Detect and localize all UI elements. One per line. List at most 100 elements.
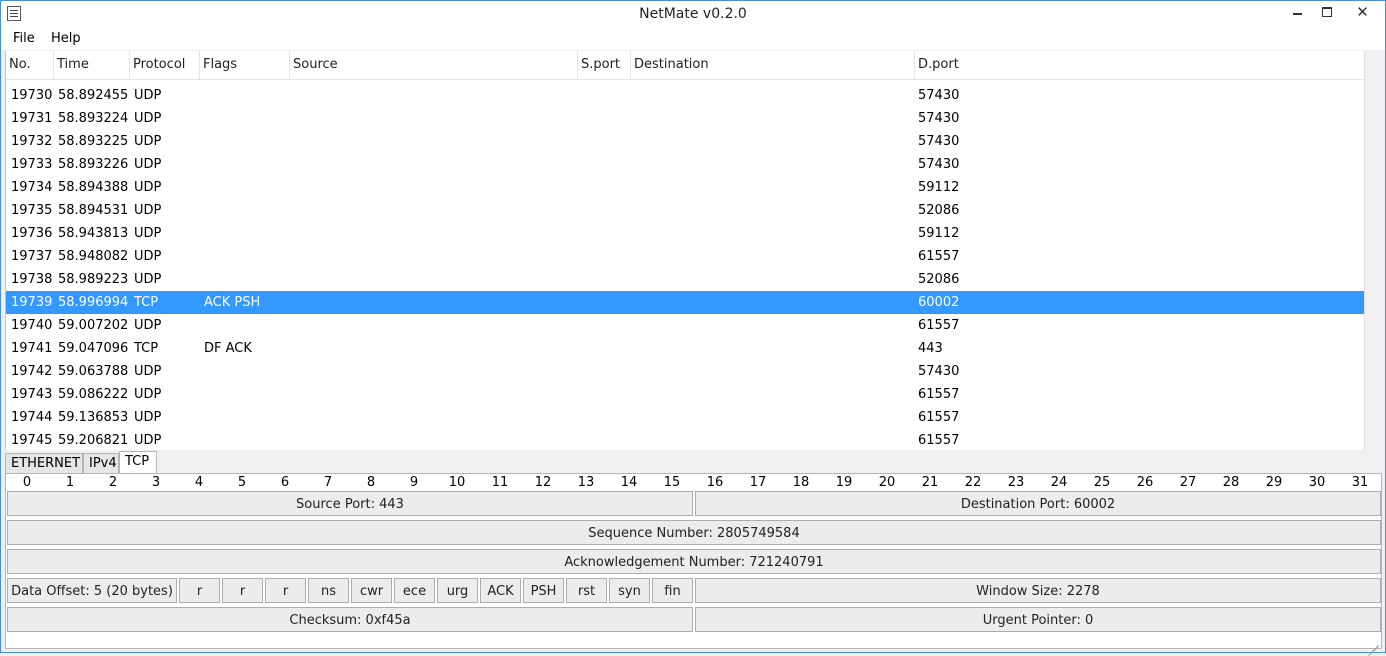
cell-dport: 57430 [918,364,960,379]
bit-index: 24 [1050,475,1068,490]
table-row[interactable]: 19731 58.893224 UDP 57430 [6,107,1364,130]
table-row[interactable]: 19737 58.948082 UDP 61557 [6,245,1364,268]
cell-no: 19737 [11,249,53,264]
cell-time: 58.943813 [58,226,129,241]
table-row[interactable]: 19732 58.893225 UDP 57430 [6,130,1364,153]
close-button[interactable]: ✕ [1342,1,1383,23]
table-row[interactable]: 19730 58.892455 UDP 57430 [6,84,1364,107]
flag-bit-ece[interactable]: ece [394,578,435,603]
cell-protocol: UDP [134,203,162,218]
bit-index: 6 [280,475,290,490]
cell-protocol: UDP [134,180,162,195]
cell-time: 58.894531 [58,203,129,218]
table-row[interactable]: 19742 59.063788 UDP 57430 [6,360,1364,383]
cell-time: 59.206821 [58,433,129,448]
table-row[interactable]: 19736 58.943813 UDP 59112 [6,222,1364,245]
cell-time: 58.989223 [58,272,129,287]
table-row[interactable]: 19743 59.086222 UDP 61557 [6,383,1364,406]
sequence-number-field[interactable]: Sequence Number: 2805749584 [7,520,1381,545]
resize-grip-icon[interactable] [1368,635,1379,656]
flag-bit-rst[interactable]: rst [566,578,607,603]
column-header-destination[interactable]: Destination [631,51,915,79]
column-header-flags[interactable]: Flags [200,51,290,79]
urgent-pointer-field[interactable]: Urgent Pointer: 0 [695,607,1381,632]
acknowledgement-number-field[interactable]: Acknowledgement Number: 721240791 [7,549,1381,574]
cell-time: 58.996994 [58,295,129,310]
bit-index: 14 [620,475,638,490]
flag-bit-syn[interactable]: syn [609,578,650,603]
table-row[interactable]: 19744 59.136853 UDP 61557 [6,406,1364,429]
cell-dport: 57430 [918,111,960,126]
column-header-dport[interactable]: D.port [915,51,1364,79]
table-row[interactable]: 19733 58.893226 UDP 57430 [6,153,1364,176]
table-row[interactable]: 19745 59.206821 UDP 61557 [6,429,1364,452]
cell-no: 19732 [11,134,53,149]
cell-flags: ACK PSH [204,295,261,310]
minimize-button[interactable] [1282,1,1312,23]
cell-no: 19739 [11,295,53,310]
cell-time: 59.007202 [58,318,129,333]
cell-dport: 57430 [918,88,960,103]
cell-dport: 59112 [918,226,960,241]
cell-protocol: UDP [134,410,162,425]
flag-bit-psh[interactable]: PSH [523,578,564,603]
cell-protocol: UDP [134,111,162,126]
column-header-time[interactable]: Time [54,51,130,79]
checksum-field[interactable]: Checksum: 0xf45a [7,607,693,632]
cell-no: 19744 [11,410,53,425]
bit-index: 31 [1351,475,1369,490]
title-bar[interactable]: NetMate v0.2.0 ✕ [1,1,1385,28]
flag-bit-r[interactable]: r [179,578,220,603]
tab-tcp[interactable]: TCP [119,451,157,474]
table-row[interactable]: 19734 58.894388 UDP 59112 [6,176,1364,199]
flag-bit-urg[interactable]: urg [437,578,478,603]
bit-index: 30 [1308,475,1326,490]
cell-no: 19743 [11,387,53,402]
flag-bit-ns[interactable]: ns [308,578,349,603]
flag-bit-r[interactable]: r [265,578,306,603]
destination-port-field[interactable]: Destination Port: 60002 [695,491,1381,516]
menu-help[interactable]: Help [51,31,81,46]
column-header-sport[interactable]: S.port [578,51,631,79]
table-row[interactable]: 19740 59.007202 UDP 61557 [6,314,1364,337]
cell-no: 19741 [11,341,53,356]
cell-dport: 61557 [918,249,960,264]
flag-bit-cwr[interactable]: cwr [351,578,392,603]
data-offset-field[interactable]: Data Offset: 5 (20 bytes) [7,578,177,603]
bit-index: 4 [194,475,204,490]
bit-index: 3 [151,475,161,490]
vertical-scrollbar[interactable] [1364,51,1384,450]
cell-protocol: UDP [134,226,162,241]
cell-no: 19733 [11,157,53,172]
tab-ipv4[interactable]: IPv4 [83,453,119,473]
cell-dport: 61557 [918,433,960,448]
cell-protocol: TCP [134,341,159,356]
cell-dport: 52086 [918,272,960,287]
column-header-protocol[interactable]: Protocol [130,51,200,79]
table-row[interactable]: 19738 58.989223 UDP 52086 [6,268,1364,291]
table-row[interactable]: 19741 59.047096 TCP DF ACK 443 [6,337,1364,360]
tab-ethernet[interactable]: ETHERNET [5,453,83,473]
cell-dport: 60002 [918,295,960,310]
menu-file[interactable]: File [13,31,35,46]
cell-no: 19730 [11,88,53,103]
bit-index: 21 [921,475,939,490]
cell-dport: 443 [918,341,943,356]
column-header-source[interactable]: Source [290,51,578,79]
table-row-selected[interactable]: 19739 58.996994 TCP ACK PSH 60002 [6,291,1364,314]
packet-table[interactable]: No. Time Protocol Flags Source S.port De… [5,51,1384,450]
cell-no: 19740 [11,318,53,333]
app-window: NetMate v0.2.0 ✕ File Help No. Time Prot… [0,0,1386,656]
window-size-field[interactable]: Window Size: 2278 [695,578,1381,603]
flag-bit-fin[interactable]: fin [652,578,693,603]
maximize-button[interactable] [1312,1,1342,23]
bit-index: 26 [1136,475,1154,490]
flag-bit-ack[interactable]: ACK [480,578,521,603]
table-row[interactable]: 19735 58.894531 UDP 52086 [6,199,1364,222]
source-port-field[interactable]: Source Port: 443 [7,491,693,516]
bit-index: 10 [448,475,466,490]
cell-dport: 61557 [918,318,960,333]
cell-time: 59.047096 [58,341,129,356]
flag-bit-r[interactable]: r [222,578,263,603]
column-header-no[interactable]: No. [6,51,54,79]
